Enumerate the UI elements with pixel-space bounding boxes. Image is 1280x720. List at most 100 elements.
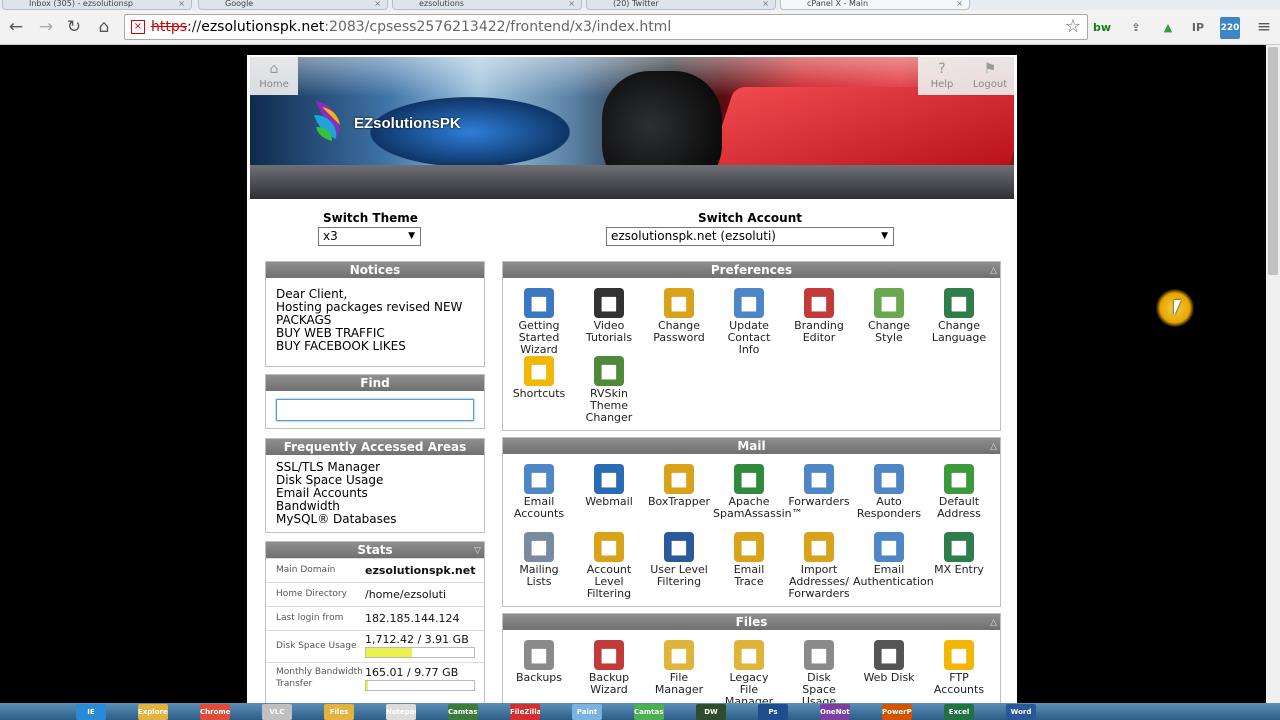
mail-item-import[interactable]: ■ Import Addresses/Forwarders bbox=[783, 532, 855, 600]
files-item-web-disk[interactable]: ■ Web Disk bbox=[853, 640, 925, 684]
frequent-link-mysql[interactable]: MySQL® Databases bbox=[276, 513, 474, 526]
taskbar-app-ps[interactable]: Ps bbox=[758, 704, 788, 720]
files-item-disk[interactable]: ■ Backups bbox=[503, 640, 575, 684]
tab-close-icon[interactable]: × bbox=[374, 0, 381, 8]
page-scrollbar[interactable] bbox=[1266, 45, 1280, 703]
mail-item-trap[interactable]: ■ BoxTrapper bbox=[643, 464, 715, 508]
mail-item-auth[interactable]: ■ Email Authentication bbox=[853, 532, 934, 588]
browser-tab-google[interactable]: Google × bbox=[198, 0, 388, 10]
stat-home-dir: Home Directory /home/ezsoluti bbox=[266, 582, 484, 606]
tab-close-icon[interactable]: × bbox=[762, 0, 769, 8]
extension-twitter-badge[interactable]: 220 bbox=[1220, 17, 1240, 39]
browser-tab-cpanel[interactable]: cPanel X - Main × bbox=[780, 0, 970, 10]
taskbar-app-paint[interactable]: Paint bbox=[572, 704, 602, 720]
taskbar-app-powerpoint[interactable]: PowerPoint bbox=[882, 704, 912, 720]
logout-button[interactable]: ⚑ Logout bbox=[966, 57, 1014, 95]
stat-label: Last login from bbox=[276, 613, 344, 623]
mail-item-responder[interactable]: ■ Auto Responders bbox=[853, 464, 925, 520]
mail-item-spamassassin[interactable]: ■ Apache SpamAssassin™ bbox=[713, 464, 803, 520]
taskbar-app-files[interactable]: Files bbox=[324, 704, 354, 720]
reload-icon[interactable]: ↻ bbox=[64, 17, 84, 37]
spamassassin-icon: ■ bbox=[734, 464, 764, 494]
help-button[interactable]: ? Help bbox=[918, 57, 966, 95]
taskbar-app-excel[interactable]: Excel bbox=[944, 704, 974, 720]
mail-item-mx[interactable]: ■ MX Entry bbox=[923, 532, 995, 576]
tab-close-icon[interactable]: × bbox=[178, 0, 185, 8]
frequent-title: Frequently Accessed Areas bbox=[266, 439, 484, 455]
drive-icon[interactable]: ▲ bbox=[1158, 17, 1178, 39]
backup-wizard-icon: ■ bbox=[594, 640, 624, 670]
logout-icon: ⚑ bbox=[983, 61, 997, 77]
files-item-backup-wizard[interactable]: ■ Backup Wizard bbox=[573, 640, 645, 696]
mail-item-mailing-list[interactable]: ■ Mailing Lists bbox=[503, 532, 575, 588]
preferences-item-play[interactable]: ■ Getting Started Wizard bbox=[503, 288, 575, 356]
stat-main-domain: Main Domain ezsolutionspk.net bbox=[266, 558, 484, 582]
collapse-icon[interactable]: △ bbox=[990, 615, 997, 631]
theme-icon: ■ bbox=[594, 356, 624, 386]
find-input[interactable] bbox=[276, 399, 474, 421]
taskbar-app-onenote[interactable]: OneNote bbox=[820, 704, 850, 720]
menu-icon[interactable]: ≡ bbox=[1254, 17, 1274, 37]
icon-label: Lists bbox=[526, 575, 552, 588]
preferences-item-palette[interactable]: ■ Branding Editor bbox=[783, 288, 855, 344]
switch-theme-label: Switch Theme bbox=[323, 211, 418, 225]
icon-label: Forwarders bbox=[788, 587, 850, 600]
account-select[interactable]: ezsolutionspk.net (ezsoluti) ▼ bbox=[606, 227, 894, 246]
tab-close-icon[interactable]: × bbox=[956, 0, 963, 8]
taskbar-app-chrome[interactable]: Chrome bbox=[200, 704, 230, 720]
mail-item-filter[interactable]: ■ Account Level Filtering bbox=[573, 532, 645, 600]
mail-item-user-filter[interactable]: ■ User Level Filtering bbox=[643, 532, 715, 588]
browser-tab-twitter[interactable]: (20) Twitter × bbox=[586, 0, 776, 10]
home-icon[interactable]: ⌂ bbox=[94, 17, 114, 37]
disk-usage-bar bbox=[365, 647, 475, 658]
collapse-icon[interactable]: △ bbox=[990, 439, 997, 455]
browser-tab-gmail[interactable]: Inbox (305) - ezsolutionsp × bbox=[2, 0, 192, 10]
back-icon[interactable]: ← bbox=[6, 17, 26, 37]
icon-label: Manager bbox=[724, 695, 774, 704]
taskbar-app-camtasia-studio[interactable]: Camtasia Studio bbox=[634, 704, 664, 720]
taskbar-app-filezilla[interactable]: FileZilla bbox=[510, 704, 540, 720]
preferences-item-style[interactable]: ■ Change Style bbox=[853, 288, 925, 344]
extension-ip[interactable]: IP bbox=[1188, 17, 1208, 39]
mail-item-envelope[interactable]: ■ Email Accounts bbox=[503, 464, 575, 520]
preferences-item-contact[interactable]: ■ Update Contact Info bbox=[713, 288, 785, 356]
notices-panel: Notices Dear Client, Hosting packages re… bbox=[265, 261, 485, 367]
address-bar[interactable]: × https://ezsolutionspk.net:2083/cpsess2… bbox=[124, 14, 1088, 40]
auth-icon: ■ bbox=[874, 532, 904, 562]
insecure-lock-icon[interactable]: × bbox=[131, 20, 145, 34]
disk-usage-fill bbox=[366, 648, 413, 657]
taskbar-app-ie[interactable]: IE bbox=[76, 704, 106, 720]
notice-line[interactable]: BUY FACEBOOK LIKES bbox=[276, 340, 474, 353]
mail-item-trace[interactable]: ■ Email Trace bbox=[713, 532, 785, 588]
files-item-ftp[interactable]: ■ FTP Accounts bbox=[923, 640, 995, 696]
taskbar-app-dw[interactable]: DW bbox=[696, 704, 726, 720]
tab-close-icon[interactable]: × bbox=[568, 0, 575, 8]
theme-select[interactable]: x3 ▼ bbox=[318, 227, 421, 246]
mail-item-forward[interactable]: ■ Forwarders bbox=[783, 464, 855, 508]
collapse-icon[interactable]: ▽ bbox=[474, 543, 481, 559]
files-item-legacy-folder[interactable]: ■ Legacy File Manager bbox=[713, 640, 785, 703]
preferences-item-star[interactable]: ■ Shortcuts bbox=[503, 356, 575, 400]
files-item-folder[interactable]: ■ File Manager bbox=[643, 640, 715, 696]
mail-item-default-address[interactable]: ■ Default Address bbox=[923, 464, 995, 520]
taskbar-app-vlc[interactable]: VLC bbox=[262, 704, 292, 720]
star-icon: ■ bbox=[524, 356, 554, 386]
scrollbar-thumb[interactable] bbox=[1268, 47, 1278, 275]
taskbar-app-explorer[interactable]: Explorer bbox=[138, 704, 168, 720]
collapse-icon[interactable]: △ bbox=[990, 263, 997, 279]
preferences-item-language[interactable]: ■ Change Language bbox=[923, 288, 995, 344]
home-button[interactable]: ⌂ Home bbox=[250, 57, 298, 95]
extension-upload-icon[interactable]: ⇪ bbox=[1126, 17, 1146, 39]
browser-tab-facebook[interactable]: ezsolutions × bbox=[392, 0, 582, 10]
bookmark-star-icon[interactable]: ☆ bbox=[1065, 16, 1081, 37]
preferences-item-theme[interactable]: ■ RVSkin Theme Changer bbox=[573, 356, 645, 424]
forward-icon[interactable]: → bbox=[36, 17, 56, 37]
extension-bw[interactable]: bw bbox=[1092, 17, 1112, 39]
preferences-item-clapper[interactable]: ■ Video Tutorials bbox=[573, 288, 645, 344]
preferences-item-key-lock[interactable]: ■ Change Password bbox=[643, 288, 715, 344]
taskbar-app-camtasia[interactable]: Camtasia bbox=[448, 704, 478, 720]
mail-item-globe-mail[interactable]: ■ Webmail bbox=[573, 464, 645, 508]
taskbar-app-word[interactable]: Word bbox=[1006, 704, 1036, 720]
taskbar-app-notepad[interactable]: Notepad bbox=[386, 704, 416, 720]
files-item-disk-usage[interactable]: ■ Disk Space Usage bbox=[783, 640, 855, 703]
